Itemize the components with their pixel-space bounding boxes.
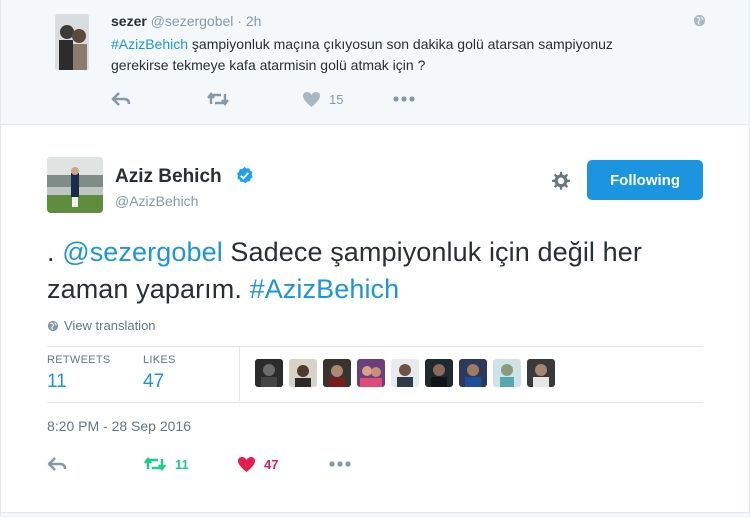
globe-icon — [47, 320, 59, 331]
view-translation-label: View translation — [64, 318, 156, 333]
gear-icon[interactable] — [550, 170, 572, 192]
retweet-button[interactable] — [206, 89, 230, 109]
liker-avatar[interactable] — [357, 359, 385, 387]
tweet-timestamp[interactable]: 8:20 PM - 28 Sep 2016 — [47, 418, 191, 434]
like-button[interactable]: 47 — [237, 454, 278, 474]
main-tweet-text: . @sezergobel Sadece şampiyonluk için de… — [47, 234, 707, 308]
retweet-icon — [144, 457, 166, 471]
liker-avatar[interactable] — [459, 359, 487, 387]
reply-icon — [47, 457, 67, 471]
liker-avatar[interactable] — [255, 359, 283, 387]
following-button[interactable]: Following — [587, 160, 703, 200]
reply-icon — [111, 92, 131, 106]
reply-button[interactable] — [47, 454, 67, 474]
likes-label: LIKES — [143, 354, 176, 366]
like-count: 47 — [264, 456, 279, 472]
view-translation-link[interactable]: View translation — [47, 318, 156, 333]
parent-avatar[interactable] — [55, 14, 89, 70]
text-prefix: . — [47, 237, 63, 267]
parent-like-count: 15 — [329, 91, 344, 107]
more-button[interactable] — [329, 454, 351, 474]
parent-hashtag-link[interactable]: #AzizBehich — [111, 36, 188, 52]
stats-divider — [239, 347, 240, 401]
tweet-permalink: sezer @sezergobel · 2h #AzizBehich şampi… — [0, 0, 750, 518]
retweets-stat[interactable]: RETWEETS 11 — [47, 354, 111, 393]
main-hashtag-link[interactable]: #AzizBehich — [250, 274, 400, 304]
parent-handle[interactable]: @sezergobel — [151, 13, 234, 29]
parent-name[interactable]: sezer — [111, 13, 147, 29]
parent-text: #AzizBehich şampiyonluk maçına çıkıyosun… — [111, 34, 651, 76]
stats-bar: RETWEETS 11 LIKES 47 — [47, 346, 703, 403]
more-icon — [393, 96, 415, 102]
main-handle[interactable]: @AzizBehich — [115, 193, 198, 209]
likes-count: 47 — [143, 371, 165, 392]
separator-dot: · — [237, 13, 242, 29]
verified-badge-icon — [236, 166, 253, 184]
parent-time[interactable]: 2h — [246, 13, 262, 29]
liker-avatar[interactable] — [527, 359, 555, 387]
parent-header: sezer @sezergobel · 2h — [111, 13, 261, 29]
main-name[interactable]: Aziz Behich — [115, 166, 222, 188]
more-button[interactable] — [393, 89, 415, 109]
likes-stat[interactable]: LIKES 47 — [143, 354, 176, 393]
main-avatar[interactable] — [47, 157, 103, 213]
likers-avatars — [255, 359, 561, 387]
reply-button[interactable] — [111, 89, 131, 109]
retweet-icon — [207, 92, 229, 106]
retweets-count: 11 — [47, 371, 67, 392]
retweet-count: 11 — [175, 456, 189, 472]
liker-avatar[interactable] — [289, 359, 317, 387]
parent-tweet[interactable]: sezer @sezergobel · 2h #AzizBehich şampi… — [1, 0, 749, 125]
retweet-button[interactable]: 11 — [143, 454, 189, 474]
liker-avatar[interactable] — [391, 359, 419, 387]
liker-avatar[interactable] — [425, 359, 453, 387]
like-button[interactable]: 15 — [302, 89, 343, 109]
liker-avatar[interactable] — [493, 359, 521, 387]
more-icon — [329, 461, 351, 467]
mention-link[interactable]: @sezergobel — [62, 237, 223, 267]
globe-icon[interactable] — [693, 14, 706, 27]
heart-icon — [303, 91, 320, 107]
heart-icon — [238, 456, 255, 472]
retweets-label: RETWEETS — [47, 354, 111, 366]
liker-avatar[interactable] — [323, 359, 351, 387]
bottom-divider — [1, 512, 749, 518]
